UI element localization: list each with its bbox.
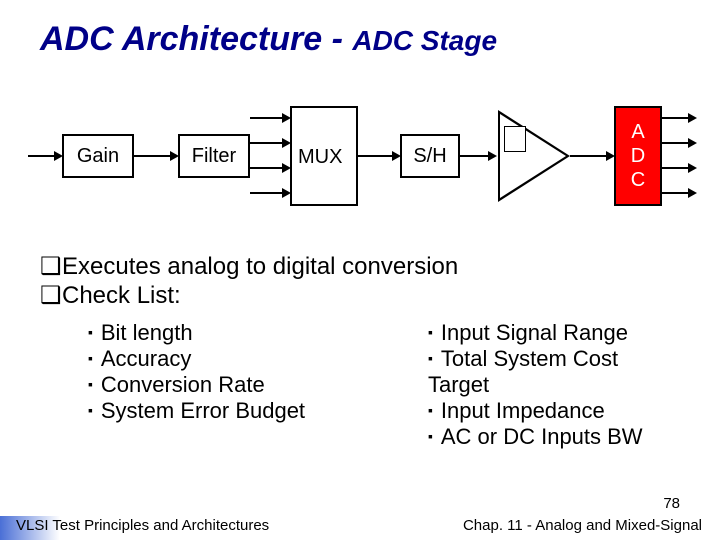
list-item: System Error Budget <box>88 398 388 424</box>
signal-chain-diagram: Gain Filter MUX S/H A D C <box>0 94 720 234</box>
bullet-executes: ❑Executes analog to digital conversion <box>40 252 680 281</box>
list-item: Total System Cost Target <box>428 346 680 398</box>
title-sub: ADC Stage <box>352 25 497 56</box>
wire <box>250 142 286 144</box>
page-number: 78 <box>663 495 680 512</box>
list-item: Input Signal Range <box>428 320 680 346</box>
arrow-icon <box>688 188 697 198</box>
checklist-col-1: Bit length Accuracy Conversion Rate Syst… <box>88 320 388 450</box>
footer-left: VLSI Test Principles and Architectures <box>16 517 269 534</box>
wire <box>250 117 286 119</box>
arrow-icon <box>488 151 497 161</box>
adc-block: A D C <box>614 106 662 206</box>
bullet-checklist: ❑Check List: <box>40 281 680 310</box>
wire <box>570 155 610 157</box>
mux-label: MUX <box>298 146 342 169</box>
list-item: Conversion Rate <box>88 372 388 398</box>
arrow-icon <box>688 138 697 148</box>
adc-letter: C <box>631 168 645 192</box>
wire <box>250 192 286 194</box>
list-item: Accuracy <box>88 346 388 372</box>
list-item: AC or DC Inputs BW <box>428 424 680 450</box>
arrow-icon <box>688 163 697 173</box>
footer: VLSI Test Principles and Architectures C… <box>0 517 720 534</box>
title-main: ADC Architecture - <box>40 20 352 58</box>
page-title: ADC Architecture - ADC Stage <box>0 0 720 59</box>
wire <box>134 155 174 157</box>
arrow-icon <box>688 113 697 123</box>
list-item: Input Impedance <box>428 398 680 424</box>
list-item: Bit length <box>88 320 388 346</box>
sample-hold-block: S/H <box>400 134 460 178</box>
checklist-col-2: Input Signal Range Total System Cost Tar… <box>428 320 680 450</box>
wire <box>358 155 396 157</box>
wire <box>250 167 286 169</box>
adc-letter: A <box>631 120 644 144</box>
adc-letter: D <box>631 144 645 168</box>
opamp-input-box <box>504 126 526 152</box>
body-text: ❑Executes analog to digital conversion ❑… <box>0 234 720 450</box>
gain-block: Gain <box>62 134 134 178</box>
footer-right: Chap. 11 - Analog and Mixed-Signal <box>463 517 702 534</box>
filter-block: Filter <box>178 134 250 178</box>
